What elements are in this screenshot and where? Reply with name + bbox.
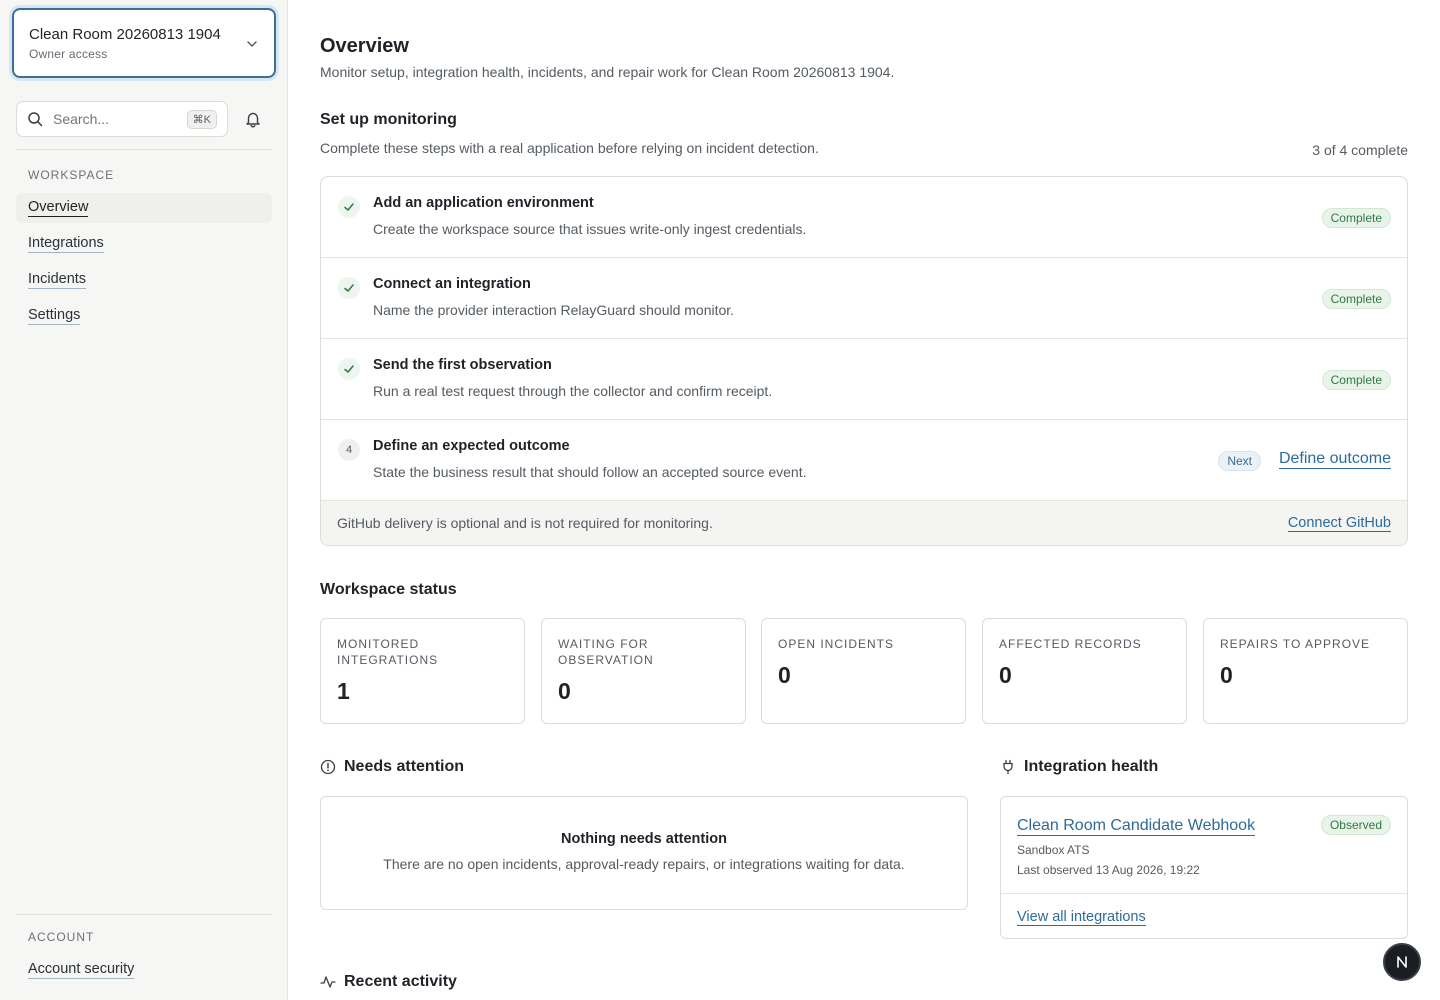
stat-card-open-incidents: OPEN INCIDENTS 0 xyxy=(761,618,966,724)
plug-icon xyxy=(1003,759,1013,775)
check-icon xyxy=(338,196,360,218)
workspace-name: Clean Room 20260813 1904 xyxy=(29,26,221,43)
empty-state-title: Nothing needs attention xyxy=(561,831,727,847)
needs-attention-card: Nothing needs attention There are no ope… xyxy=(320,796,968,910)
stat-value: 0 xyxy=(1220,662,1233,688)
page-title: Overview xyxy=(320,35,409,57)
search-icon xyxy=(28,112,43,127)
github-note-text: GitHub delivery is optional and is not r… xyxy=(337,515,713,531)
view-all-integrations-link[interactable]: View all integrations xyxy=(1017,909,1146,926)
check-icon xyxy=(338,358,360,380)
sidebar-item-incidents[interactable]: Incidents xyxy=(16,265,272,295)
status-badge: Complete xyxy=(1321,289,1391,309)
step-number: 4 xyxy=(338,439,360,461)
recent-activity-title: Recent activity xyxy=(344,973,457,990)
stat-label: REPAIRS TO APPROVE xyxy=(1220,637,1371,651)
step-description: Create the workspace source that issues … xyxy=(373,221,807,237)
github-note: GitHub delivery is optional and is not r… xyxy=(321,501,1407,545)
stat-value: 1 xyxy=(337,678,350,704)
sidebar-item-label: Integrations xyxy=(28,235,104,253)
step-title: Send the first observation xyxy=(373,357,552,373)
sidebar-item-label: Incidents xyxy=(28,271,87,289)
integration-last-observed: Last observed 13 Aug 2026, 19:22 xyxy=(1017,863,1200,877)
sidebar: Clean Room 20260813 1904 Owner access ⌘K… xyxy=(0,0,288,1000)
step-title: Connect an integration xyxy=(373,276,531,292)
n-logo-icon xyxy=(1397,956,1407,968)
stat-card-repairs-to-approve: REPAIRS TO APPROVE 0 xyxy=(1203,618,1408,724)
setup-step: Connect an integration Name the provider… xyxy=(321,258,1407,339)
status-badge: Complete xyxy=(1321,370,1391,390)
step-description: Run a real test request through the coll… xyxy=(373,383,773,399)
search-box[interactable]: ⌘K xyxy=(16,101,228,137)
stat-value: 0 xyxy=(778,662,791,688)
check-icon xyxy=(338,277,360,299)
integration-health-heading: Integration health xyxy=(1000,758,1158,776)
chevron-down-icon xyxy=(247,41,257,47)
sidebar-item-integrations[interactable]: Integrations xyxy=(16,229,272,259)
integration-health-card: Clean Room Candidate Webhook Observed Sa… xyxy=(1000,796,1408,939)
sidebar-item-label: Account security xyxy=(28,961,135,979)
sidebar-divider xyxy=(16,149,272,150)
empty-state-description: There are no open incidents, approval-re… xyxy=(383,856,905,872)
assistant-button[interactable] xyxy=(1383,943,1421,981)
search-input[interactable] xyxy=(53,111,187,127)
step-title: Define an expected outcome xyxy=(373,438,570,454)
activity-icon xyxy=(320,976,336,988)
integration-name-link[interactable]: Clean Room Candidate Webhook xyxy=(1017,817,1256,836)
stat-label: MONITORED INTEGRATIONS xyxy=(337,637,439,667)
stat-card-affected-records: AFFECTED RECORDS 0 xyxy=(982,618,1187,724)
sidebar-item-account-security[interactable]: Account security xyxy=(16,955,272,985)
stat-label: WAITING FOR OBSERVATION xyxy=(558,637,654,667)
sidebar-item-label: Overview xyxy=(28,199,89,217)
status-badge: Observed xyxy=(1320,815,1391,835)
stat-value: 0 xyxy=(999,662,1012,688)
integration-source: Sandbox ATS xyxy=(1017,843,1090,857)
stat-label: AFFECTED RECORDS xyxy=(999,637,1142,651)
workspace-heading: WORKSPACE xyxy=(28,168,115,182)
needs-attention-heading: Needs attention xyxy=(320,758,464,776)
sidebar-item-label: Settings xyxy=(28,307,81,325)
recent-activity-heading: Recent activity xyxy=(320,973,457,991)
setup-step: 4 Define an expected outcome State the b… xyxy=(321,420,1407,501)
stat-card-waiting-for-observation: WAITING FOR OBSERVATION 0 xyxy=(541,618,746,724)
workspace-status-title: Workspace status xyxy=(320,581,457,598)
search-shortcut-badge: ⌘K xyxy=(186,109,217,129)
account-heading: ACCOUNT xyxy=(28,930,95,944)
setup-steps-card: Add an application environment Create th… xyxy=(320,176,1408,546)
setup-subtitle: Complete these steps with a real applica… xyxy=(320,140,819,156)
integration-health-title: Integration health xyxy=(1024,758,1159,775)
card-divider xyxy=(1001,893,1407,894)
status-badge: Complete xyxy=(1321,208,1391,228)
alert-circle-icon xyxy=(320,759,336,775)
page-subtitle: Monitor setup, integration health, incid… xyxy=(320,64,895,80)
bell-icon[interactable] xyxy=(244,110,262,128)
stat-label: OPEN INCIDENTS xyxy=(778,637,895,651)
sidebar-divider xyxy=(16,914,272,915)
sidebar-item-settings[interactable]: Settings xyxy=(16,301,272,331)
define-outcome-link[interactable]: Define outcome xyxy=(1278,450,1391,469)
setup-step: Add an application environment Create th… xyxy=(321,177,1407,258)
step-description: Name the provider interaction RelayGuard… xyxy=(373,302,735,318)
connect-github-link[interactable]: Connect GitHub xyxy=(1287,515,1391,532)
stat-value: 0 xyxy=(558,678,571,704)
stat-card-monitored-integrations: MONITORED INTEGRATIONS 1 xyxy=(320,618,525,724)
workspace-access: Owner access xyxy=(29,47,108,61)
step-description: State the business result that should fo… xyxy=(373,464,807,480)
setup-progress: 3 of 4 complete xyxy=(1312,142,1408,158)
sidebar-item-overview[interactable]: Overview xyxy=(16,193,272,223)
next-badge: Next xyxy=(1218,451,1261,471)
workspace-switcher[interactable]: Clean Room 20260813 1904 Owner access xyxy=(12,8,276,78)
needs-attention-title: Needs attention xyxy=(344,758,465,775)
setup-step: Send the first observation Run a real te… xyxy=(321,339,1407,420)
setup-title: Set up monitoring xyxy=(320,111,457,128)
step-title: Add an application environment xyxy=(373,195,594,211)
